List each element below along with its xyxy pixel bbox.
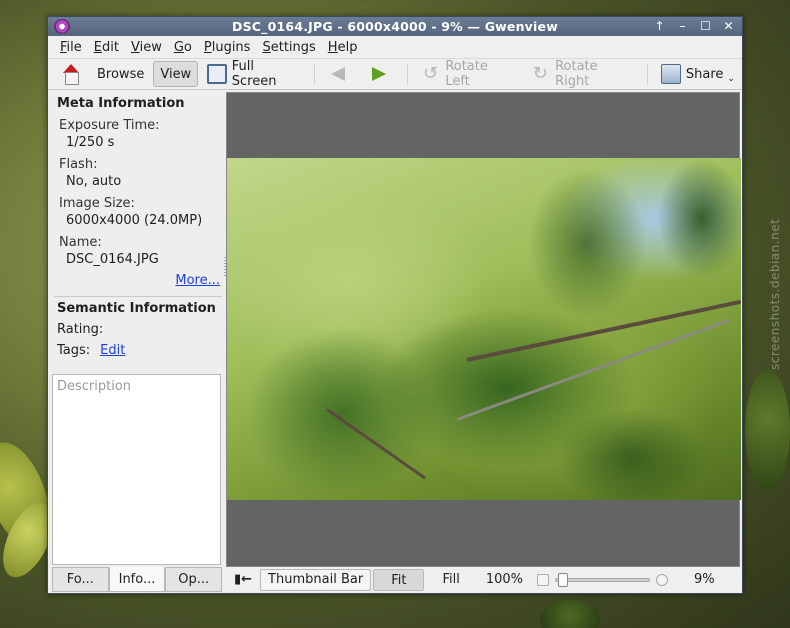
gwenview-window: DSC_0164.JPG - 6000x4000 - 9% — Gwenview…: [47, 16, 743, 594]
zoom-value[interactable]: 9%: [686, 569, 723, 591]
toolbar-separator: [646, 64, 648, 84]
exposure-value: 1/250 s: [66, 135, 115, 150]
toggle-sidebar-icon[interactable]: ▮←: [226, 569, 260, 591]
window-buttons: ↑ – ☐ ✕: [650, 18, 738, 34]
semantic-information-title: Semantic Information: [57, 301, 216, 316]
description-placeholder: Description: [57, 379, 132, 394]
meta-information-title: Meta Information: [57, 96, 185, 111]
close-icon[interactable]: ✕: [719, 18, 738, 34]
titlebar[interactable]: DSC_0164.JPG - 6000x4000 - 9% — Gwenview…: [48, 17, 742, 36]
pine-needles: [527, 168, 647, 318]
menu-go[interactable]: Go: [168, 40, 198, 55]
more-link[interactable]: More...: [52, 273, 224, 288]
home-button[interactable]: [54, 61, 88, 87]
tags-row: Tags: Edit: [52, 343, 224, 358]
pine-needles: [247, 328, 437, 498]
arrow-left-icon: [328, 64, 348, 84]
menu-edit[interactable]: Edit: [88, 40, 125, 55]
home-icon: [61, 64, 81, 85]
menu-file[interactable]: File: [54, 40, 88, 55]
tab-information[interactable]: Info...: [108, 567, 166, 592]
share-icon: [660, 64, 681, 84]
keep-above-icon[interactable]: ↑: [650, 18, 669, 34]
fit-button[interactable]: Fit: [373, 569, 425, 591]
tags-edit-link[interactable]: Edit: [100, 343, 125, 358]
previous-button[interactable]: [321, 61, 360, 87]
exposure-label: Exposure Time:: [59, 118, 160, 133]
fullscreen-icon: [207, 64, 227, 84]
arrow-right-icon: [369, 64, 389, 84]
flash-value: No, auto: [66, 174, 122, 189]
actual-size-button[interactable]: 100%: [478, 569, 531, 591]
menu-help[interactable]: Help: [322, 40, 364, 55]
full-screen-button[interactable]: Full Screen: [200, 59, 308, 89]
sidebar: Meta Information Exposure Time: 1/250 s …: [52, 92, 224, 592]
browse-button[interactable]: Browse: [90, 61, 151, 87]
zoom-out-icon[interactable]: [536, 574, 549, 586]
sidebar-tabs: Fo... Info... Op...: [52, 567, 223, 592]
tab-operations[interactable]: Op...: [165, 567, 223, 592]
thumbnail-bar-button[interactable]: Thumbnail Bar: [260, 569, 372, 591]
image-size-label: Image Size:: [59, 196, 135, 211]
rotate-left-icon: ↺: [423, 63, 439, 84]
rotate-right-icon: ↻: [532, 63, 548, 84]
watermark: screenshots.debian.net: [768, 218, 782, 370]
image-viewer[interactable]: [226, 92, 741, 567]
next-button[interactable]: [362, 61, 401, 87]
gwenview-app-icon[interactable]: [54, 19, 70, 34]
rotate-left-button[interactable]: ↺ Rotate Left: [414, 59, 522, 89]
description-field[interactable]: Description: [52, 374, 221, 565]
name-label: Name:: [59, 235, 102, 250]
window-title: DSC_0164.JPG - 6000x4000 - 9% — Gwenview: [232, 19, 558, 34]
tags-label: Tags:: [57, 343, 91, 358]
flash-label: Flash:: [59, 157, 98, 172]
menu-view[interactable]: View: [125, 40, 168, 55]
dropdown-arrow-icon: ⌄: [727, 74, 735, 84]
zoom-in-icon[interactable]: [655, 574, 668, 586]
view-button[interactable]: View: [153, 61, 199, 87]
photo[interactable]: [227, 158, 741, 500]
maximize-icon[interactable]: ☐: [696, 18, 715, 34]
main-toolbar: Browse View Full Screen ↺ Rotate Left ↻ …: [48, 58, 742, 90]
section-divider: [54, 296, 222, 297]
desktop-leaf: [745, 370, 790, 490]
rotate-right-button[interactable]: ↻ Rotate Right: [524, 59, 641, 89]
menu-plugins[interactable]: Plugins: [198, 40, 257, 55]
zoom-slider[interactable]: [554, 573, 650, 587]
menubar: File Edit View Go Plugins Settings Help: [48, 36, 742, 58]
menu-settings[interactable]: Settings: [256, 40, 321, 55]
rating-row: Rating:: [52, 322, 224, 337]
name-value: DSC_0164.JPG: [66, 252, 159, 267]
share-button[interactable]: Share ⌄: [654, 61, 742, 87]
tab-folders[interactable]: Fo...: [52, 567, 109, 592]
minimize-icon[interactable]: –: [673, 18, 692, 34]
status-bar: ▮← Thumbnail Bar Fit Fill 100% 9%: [226, 568, 740, 592]
image-size-value: 6000x4000 (24.0MP): [66, 213, 203, 228]
toolbar-separator: [406, 64, 408, 84]
desktop-leaf: [540, 600, 600, 628]
pine-needles: [557, 408, 707, 500]
zoom-slider-handle[interactable]: [557, 573, 568, 587]
toolbar-separator: [313, 64, 315, 84]
pine-needles: [657, 158, 741, 278]
rating-label: Rating:: [57, 322, 104, 337]
fill-button[interactable]: Fill: [424, 569, 477, 591]
